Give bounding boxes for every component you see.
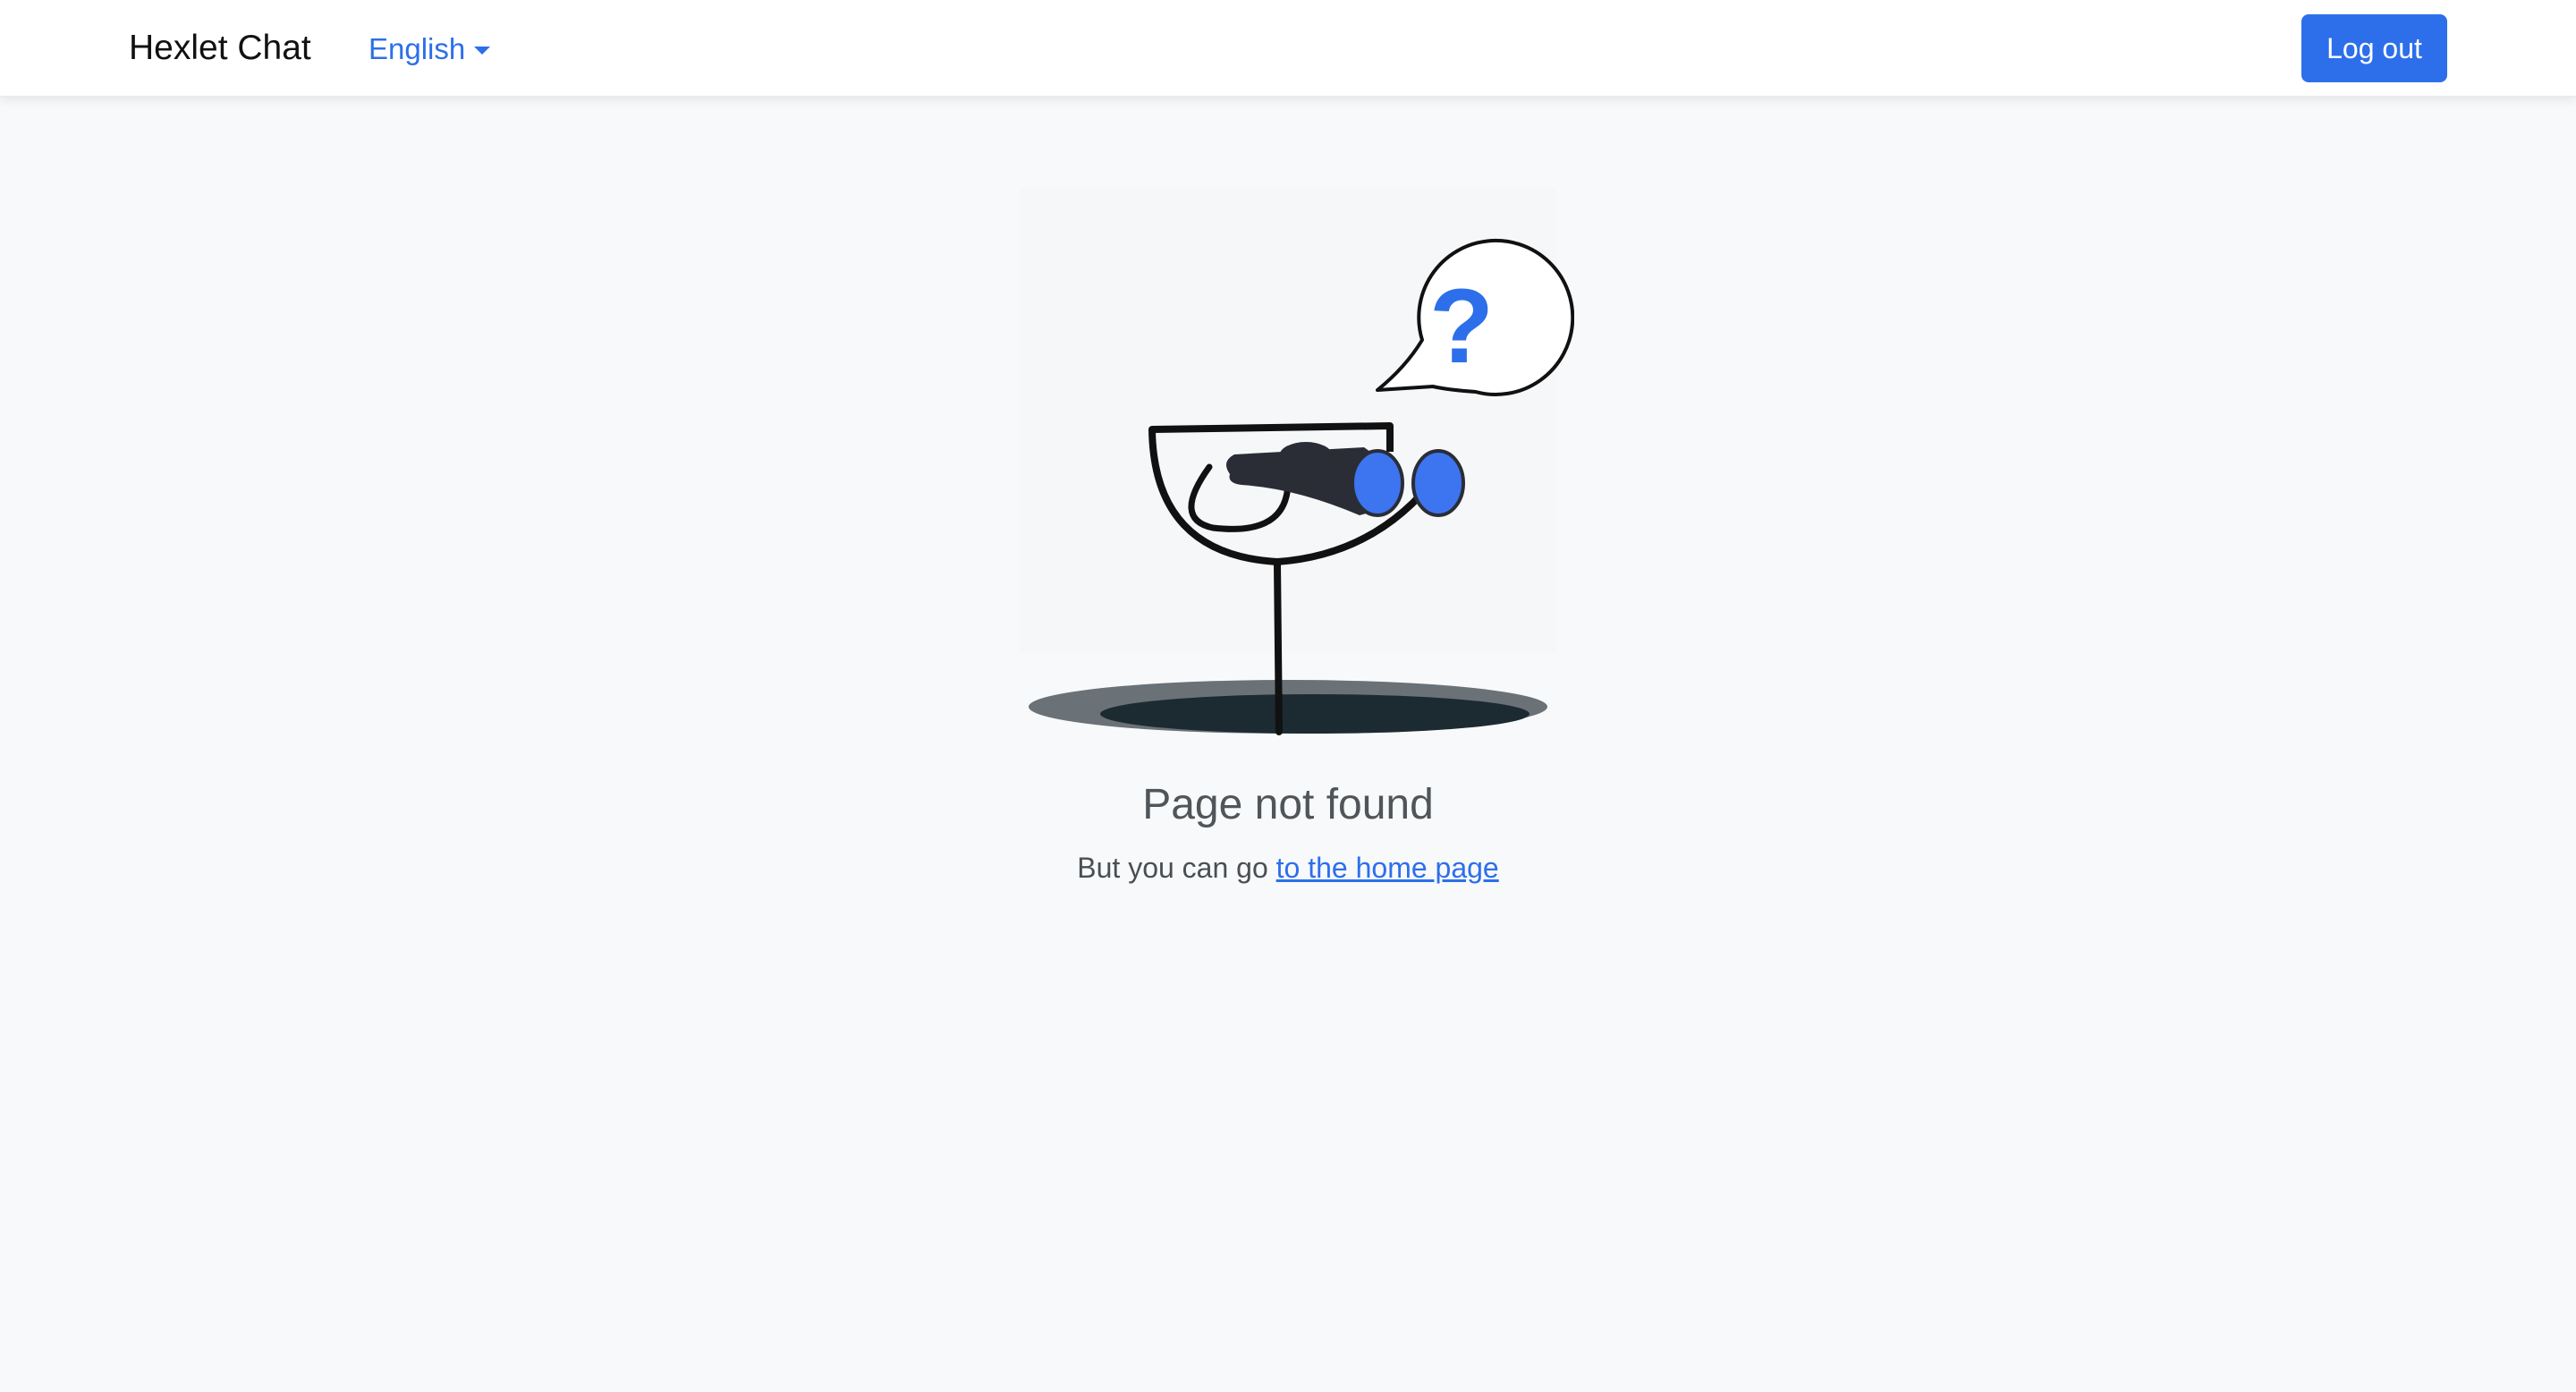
binoculars-top bbox=[1279, 442, 1333, 471]
logout-button[interactable]: Log out bbox=[2301, 14, 2447, 82]
not-found-illustration: ? bbox=[1020, 188, 1574, 735]
brand-link[interactable]: Hexlet Chat bbox=[129, 25, 311, 72]
not-found-message: But you can go to the home page bbox=[0, 846, 2576, 889]
right-lens-icon bbox=[1411, 449, 1465, 517]
language-dropdown[interactable]: English bbox=[369, 27, 491, 72]
pole bbox=[1274, 560, 1283, 735]
left-lens-icon bbox=[1351, 449, 1404, 517]
not-found-text: But you can go bbox=[1077, 852, 1268, 884]
top-navbar: Hexlet Chat English Log out bbox=[0, 0, 2576, 97]
hole-inner bbox=[1100, 694, 1530, 734]
chevron-down-icon bbox=[474, 46, 491, 55]
question-mark-icon: ? bbox=[1429, 267, 1494, 386]
page-title: Page not found bbox=[1142, 781, 1434, 828]
home-page-link[interactable]: to the home page bbox=[1276, 852, 1499, 884]
language-dropdown-label: English bbox=[369, 32, 466, 65]
